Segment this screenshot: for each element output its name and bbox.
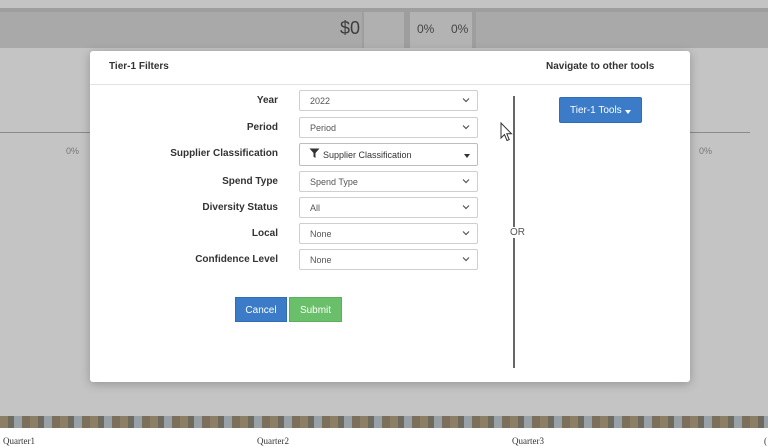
modal-header: Tier-1 Filters Navigate to other tools	[90, 51, 690, 85]
select-value: Period	[310, 123, 337, 133]
axis-label: Quarter2	[257, 436, 289, 446]
filter-label: Year	[256, 95, 278, 106]
supplier-classification-select[interactable]: Supplier Classification	[299, 143, 478, 166]
background-kpi-percent: 0%	[451, 22, 469, 36]
chevron-down-icon	[462, 179, 470, 184]
tier1-tools-label: Tier-1 Tools	[570, 105, 622, 116]
filters-modal: Tier-1 Filters Navigate to other tools Y…	[90, 51, 690, 382]
year-select[interactable]: 2022	[299, 90, 478, 111]
or-label: OR	[509, 227, 526, 238]
select-value: Supplier Classification	[323, 150, 412, 160]
axis-label: Quarter3	[512, 436, 544, 446]
local-select[interactable]: None	[299, 223, 478, 244]
filter-icon	[309, 148, 320, 158]
filter-row-supplier-classification: Supplier Classification Supplier Classif…	[90, 143, 490, 166]
filter-label: Supplier Classification	[170, 148, 278, 159]
axis-label: Quarter1	[3, 436, 35, 446]
select-value: None	[310, 255, 332, 265]
filter-row-period: Period Period	[90, 117, 490, 139]
filter-row-year: Year 2022	[90, 90, 490, 112]
confidence-level-select[interactable]: None	[299, 249, 478, 270]
select-value: 2022	[310, 96, 331, 106]
cancel-button-label: Cancel	[245, 305, 277, 316]
caret-down-icon	[625, 110, 631, 114]
cancel-button[interactable]: Cancel	[235, 297, 287, 322]
background-kpi-tile	[364, 12, 404, 48]
chevron-down-icon	[462, 231, 470, 236]
background-divider	[0, 132, 90, 133]
background-chart-axis: Quarter1 Quarter2 Quarter3 (	[0, 428, 768, 448]
filter-row-spend-type: Spend Type Spend Type	[90, 171, 490, 193]
background-chart-strip	[0, 416, 768, 428]
select-value: Spend Type	[310, 177, 358, 187]
axis-label: (	[764, 436, 767, 446]
chevron-down-icon	[462, 98, 470, 103]
diversity-status-select[interactable]: All	[299, 197, 478, 218]
caret-down-icon	[464, 154, 470, 158]
background-divider	[690, 132, 750, 133]
background-kpi-tile	[0, 12, 362, 48]
filter-row-diversity-status: Diversity Status All	[90, 197, 490, 219]
mouse-cursor-icon	[500, 122, 513, 142]
background-percent: 0%	[66, 146, 80, 156]
filter-label: Spend Type	[222, 176, 278, 187]
background-kpi-percent: 0%	[417, 22, 435, 36]
chevron-down-icon	[462, 257, 470, 262]
background-kpi-value: $0	[340, 18, 361, 38]
select-value: None	[310, 229, 332, 239]
tier1-tools-dropdown-button[interactable]: Tier-1 Tools	[559, 97, 642, 123]
submit-button-label: Submit	[299, 305, 332, 316]
chevron-down-icon	[462, 125, 470, 130]
spend-type-select[interactable]: Spend Type	[299, 171, 478, 192]
background-percent: 0%	[699, 146, 713, 156]
filter-label: Period	[246, 122, 278, 133]
filter-row-confidence-level: Confidence Level None	[90, 249, 490, 271]
period-select[interactable]: Period	[299, 117, 478, 138]
select-value: All	[310, 203, 321, 213]
modal-title: Tier-1 Filters	[109, 61, 169, 72]
filter-label: Diversity Status	[202, 202, 278, 213]
filter-label: Local	[251, 228, 278, 239]
submit-button[interactable]: Submit	[289, 297, 342, 322]
chevron-down-icon	[462, 205, 470, 210]
navigate-title: Navigate to other tools	[546, 61, 655, 72]
filter-row-local: Local None	[90, 223, 490, 245]
background-kpi-tile	[476, 12, 768, 48]
filter-label: Confidence Level	[195, 254, 278, 265]
